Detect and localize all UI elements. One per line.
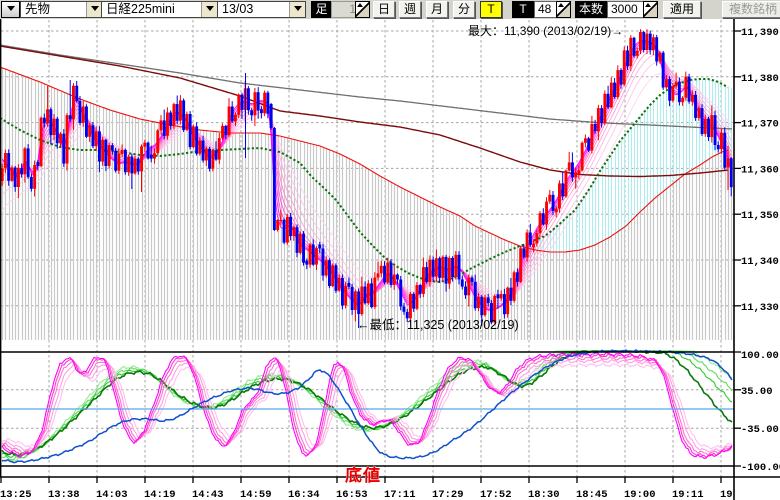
svg-text:11,380: 11,380 xyxy=(741,73,779,85)
svg-text:-100.00: -100.00 xyxy=(741,462,780,474)
svg-text:14:03: 14:03 xyxy=(96,489,128,500)
svg-text:11,360: 11,360 xyxy=(741,164,779,176)
svg-text:最大：11,390 (2013/02/19)→: 最大：11,390 (2013/02/19)→ xyxy=(468,24,623,38)
svg-text:13:38: 13:38 xyxy=(48,489,80,500)
svg-text:16:34: 16:34 xyxy=(288,489,320,500)
svg-text:19: 19 xyxy=(720,489,733,500)
svg-text:16:53: 16:53 xyxy=(336,489,368,500)
svg-text:100.00: 100.00 xyxy=(741,350,779,362)
svg-text:11,370: 11,370 xyxy=(741,119,779,131)
svg-text:11,390: 11,390 xyxy=(741,27,779,39)
svg-text:11,350: 11,350 xyxy=(741,210,779,222)
svg-text:17:29: 17:29 xyxy=(432,489,464,500)
svg-text:-35.00: -35.00 xyxy=(741,424,779,436)
svg-text:18:30: 18:30 xyxy=(528,489,560,500)
svg-text:19:00: 19:00 xyxy=(624,489,656,500)
svg-text:11,330: 11,330 xyxy=(741,302,779,314)
svg-text:35.00: 35.00 xyxy=(741,386,773,398)
svg-text:19:11: 19:11 xyxy=(672,489,704,500)
svg-text:14:43: 14:43 xyxy=(192,489,224,500)
svg-text:底値: 底値 xyxy=(345,465,381,485)
svg-text:17:11: 17:11 xyxy=(384,489,416,500)
svg-text:14:19: 14:19 xyxy=(144,489,176,500)
svg-text:18:45: 18:45 xyxy=(576,489,608,500)
svg-text:14:59: 14:59 xyxy=(240,489,272,500)
svg-text:←最低：11,325 (2013/02/19): ←最低：11,325 (2013/02/19) xyxy=(357,318,519,332)
svg-text:17:52: 17:52 xyxy=(480,489,512,500)
svg-text:11,340: 11,340 xyxy=(741,256,779,268)
svg-text:13:25: 13:25 xyxy=(0,489,32,500)
